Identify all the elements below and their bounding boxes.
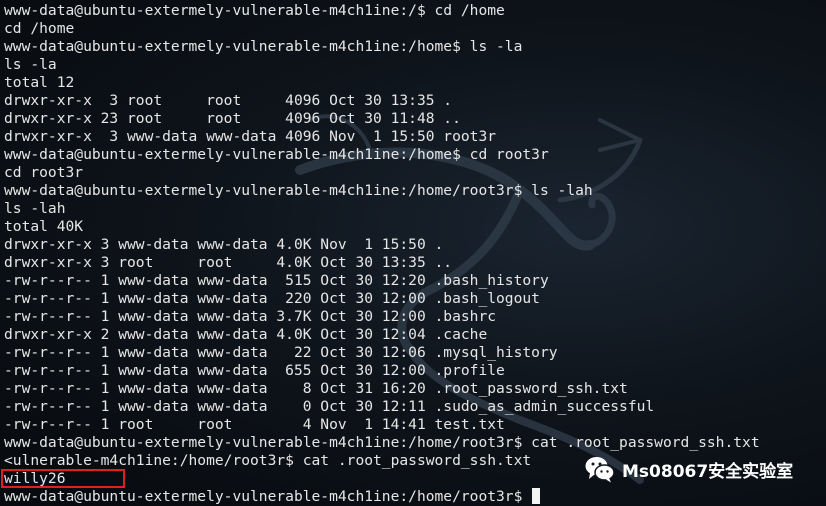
terminal-line: cd root3r [4, 164, 84, 181]
watermark: Ms08067安全实验室 [584, 452, 793, 486]
terminal-line: drwxr-xr-x 23 root root 4096 Oct 30 11:4… [4, 110, 461, 127]
terminal-line: drwxr-xr-x 3 root root 4096 Oct 30 13:35… [4, 92, 453, 109]
terminal-line: -rw-r--r-- 1 www-data www-data 655 Oct 3… [4, 362, 505, 379]
terminal-line: -rw-r--r-- 1 www-data www-data 8 Oct 31 … [4, 380, 628, 397]
text-cursor [532, 488, 541, 504]
terminal-line: -rw-r--r-- 1 www-data www-data 22 Oct 30… [4, 344, 558, 361]
terminal-line: drwxr-xr-x 3 www-data www-data 4.0K Nov … [4, 236, 444, 253]
watermark-text: Ms08067安全实验室 [622, 461, 794, 482]
terminal-line: www-data@ubuntu-extermely-vulnerable-m4c… [4, 2, 505, 19]
terminal-line: ls -lah [4, 200, 66, 217]
terminal-line: -rw-r--r-- 1 root root 4 Nov 1 14:41 tes… [4, 416, 505, 433]
terminal-line: www-data@ubuntu-extermely-vulnerable-m4c… [4, 182, 593, 199]
terminal-line: drwxr-xr-x 2 www-data www-data 4.0K Oct … [4, 326, 488, 343]
terminal-line: drwxr-xr-x 3 root root 4.0K Oct 30 13:35… [4, 254, 453, 271]
terminal-line: -rw-r--r-- 1 www-data www-data 220 Oct 3… [4, 290, 540, 307]
terminal-line: total 40K [4, 218, 84, 235]
terminal-line: -rw-r--r-- 1 www-data www-data 0 Oct 30 … [4, 398, 655, 415]
terminal-line: -rw-r--r-- 1 www-data www-data 3.7K Oct … [4, 308, 497, 325]
terminal-line: www-data@ubuntu-extermely-vulnerable-m4c… [4, 38, 523, 55]
terminal-line: ls -la [4, 56, 57, 73]
terminal-line: www-data@ubuntu-extermely-vulnerable-m4c… [4, 146, 549, 163]
terminal-line: -rw-r--r-- 1 www-data www-data 515 Oct 3… [4, 272, 549, 289]
terminal-line: total 12 [4, 74, 75, 91]
password-highlight-box [1, 469, 125, 488]
terminal-output: www-data@ubuntu-extermely-vulnerable-m4c… [4, 2, 826, 506]
terminal-prompt-line[interactable]: www-data@ubuntu-extermely-vulnerable-m4c… [4, 488, 826, 506]
terminal-prompt: www-data@ubuntu-extermely-vulnerable-m4c… [4, 488, 532, 505]
wechat-icon [585, 457, 615, 483]
terminal-line: drwxr-xr-x 3 www-data www-data 4096 Nov … [4, 128, 497, 145]
terminal-line: cd /home [4, 20, 75, 37]
terminal-line: www-data@ubuntu-extermely-vulnerable-m4c… [4, 434, 760, 451]
terminal-window[interactable]: www-data@ubuntu-extermely-vulnerable-m4c… [0, 0, 826, 506]
